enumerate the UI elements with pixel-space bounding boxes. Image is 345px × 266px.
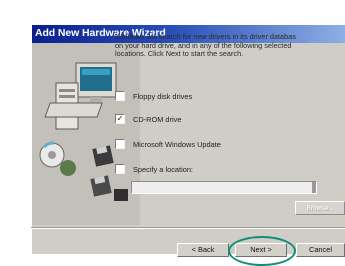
option-floppy[interactable]: Floppy disk drives [115, 90, 192, 102]
floppy-label: Floppy disk drives [133, 91, 193, 101]
browse-button[interactable]: Browse... [295, 201, 345, 215]
checkmark-icon: ✓ [116, 114, 124, 123]
option-cdrom[interactable]: ✓ CD-ROM drive [115, 113, 181, 125]
instructions-text: Windows will search for new drivers in i… [115, 33, 315, 59]
cdrom-checkbox[interactable]: ✓ [115, 114, 125, 124]
option-windows-update[interactable]: Microsoft Windows Update [115, 138, 221, 150]
floppy-checkbox[interactable] [115, 91, 125, 101]
specify-location-checkbox[interactable] [115, 164, 125, 174]
location-dropdown-arrow[interactable] [312, 182, 316, 193]
button-divider [31, 227, 345, 229]
cdrom-label: CD-ROM drive [133, 114, 182, 124]
back-button[interactable]: < Back [177, 243, 229, 257]
instructions-line-3: locations. Click Next to start the searc… [115, 49, 244, 59]
specify-location-label: Specify a location: [133, 164, 193, 174]
wizard-illustration [32, 43, 140, 225]
option-specify-location[interactable]: Specify a location: [115, 163, 193, 175]
next-highlight-circle [228, 236, 296, 266]
location-input[interactable] [131, 181, 317, 194]
cancel-button[interactable]: Cancel [296, 243, 345, 257]
windows-update-checkbox[interactable] [115, 139, 125, 149]
windows-update-label: Microsoft Windows Update [133, 139, 221, 149]
